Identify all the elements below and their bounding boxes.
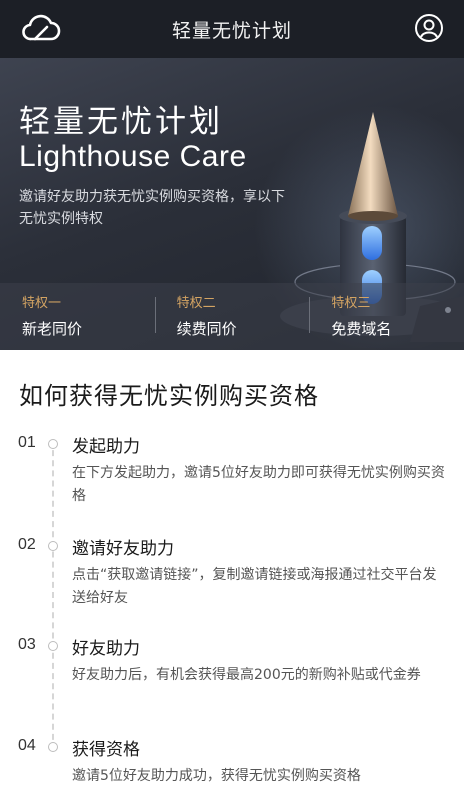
cloud-logo-icon[interactable] bbox=[20, 12, 62, 44]
privileges-strip: 特权一 新老同价 特权二 续费同价 特权三 免费域名 bbox=[0, 283, 464, 350]
step-description: 在下方发起助力，邀请5位好友助力即可获得无忧实例购买资格 bbox=[72, 465, 445, 504]
step-title: 获得资格 bbox=[72, 740, 140, 760]
user-avatar-icon[interactable] bbox=[414, 13, 444, 43]
step-title: 好友助力 bbox=[72, 639, 140, 659]
page-title: 轻量无忧计划 bbox=[171, 19, 292, 42]
step-number: 04 bbox=[18, 737, 36, 754]
timeline-dot bbox=[48, 541, 58, 551]
privilege-label: 特权三 bbox=[331, 296, 371, 311]
privilege-item: 特权二 续费同价 bbox=[154, 283, 310, 350]
timeline-dot bbox=[48, 641, 58, 651]
privilege-value: 新老同价 bbox=[22, 320, 83, 338]
step-number: 03 bbox=[18, 636, 36, 653]
hero-title-en: Lighthouse Care bbox=[19, 140, 247, 173]
hero-banner: 轻量无忧计划 Lighthouse Care 邀请好友助力获无忧实例购买资格，享… bbox=[0, 58, 464, 350]
privilege-label: 特权一 bbox=[22, 296, 62, 311]
privilege-value: 续费同价 bbox=[176, 320, 237, 338]
step-description: 点击“获取邀请链接”，复制邀请链接或海报通过社交平台发送给好友 bbox=[72, 567, 437, 606]
hero-description: 邀请好友助力获无忧实例购买资格，享以下无忧实例特权 bbox=[19, 189, 285, 227]
privilege-value: 免费域名 bbox=[331, 320, 392, 338]
step-title: 邀请好友助力 bbox=[72, 539, 174, 559]
timeline-dot bbox=[48, 742, 58, 752]
timeline-dot bbox=[48, 439, 58, 449]
top-bar: 轻量无忧计划 bbox=[0, 0, 464, 58]
step-number: 01 bbox=[18, 434, 36, 451]
privilege-item: 特权一 新老同价 bbox=[0, 283, 155, 350]
section-title: 如何获得无忧实例购买资格 bbox=[19, 382, 319, 410]
timeline-line bbox=[52, 440, 54, 750]
step-number: 02 bbox=[18, 536, 36, 553]
step-title: 发起助力 bbox=[72, 437, 140, 457]
privilege-item: 特权三 免费域名 bbox=[309, 283, 464, 350]
privilege-label: 特权二 bbox=[176, 296, 216, 311]
step-description: 好友助力后，有机会获得最高200元的新购补贴或代金券 bbox=[72, 667, 421, 683]
step-description: 邀请5位好友助力成功，获得无忧实例购买资格 bbox=[72, 768, 361, 784]
hero-title-cn: 轻量无忧计划 bbox=[19, 104, 223, 140]
